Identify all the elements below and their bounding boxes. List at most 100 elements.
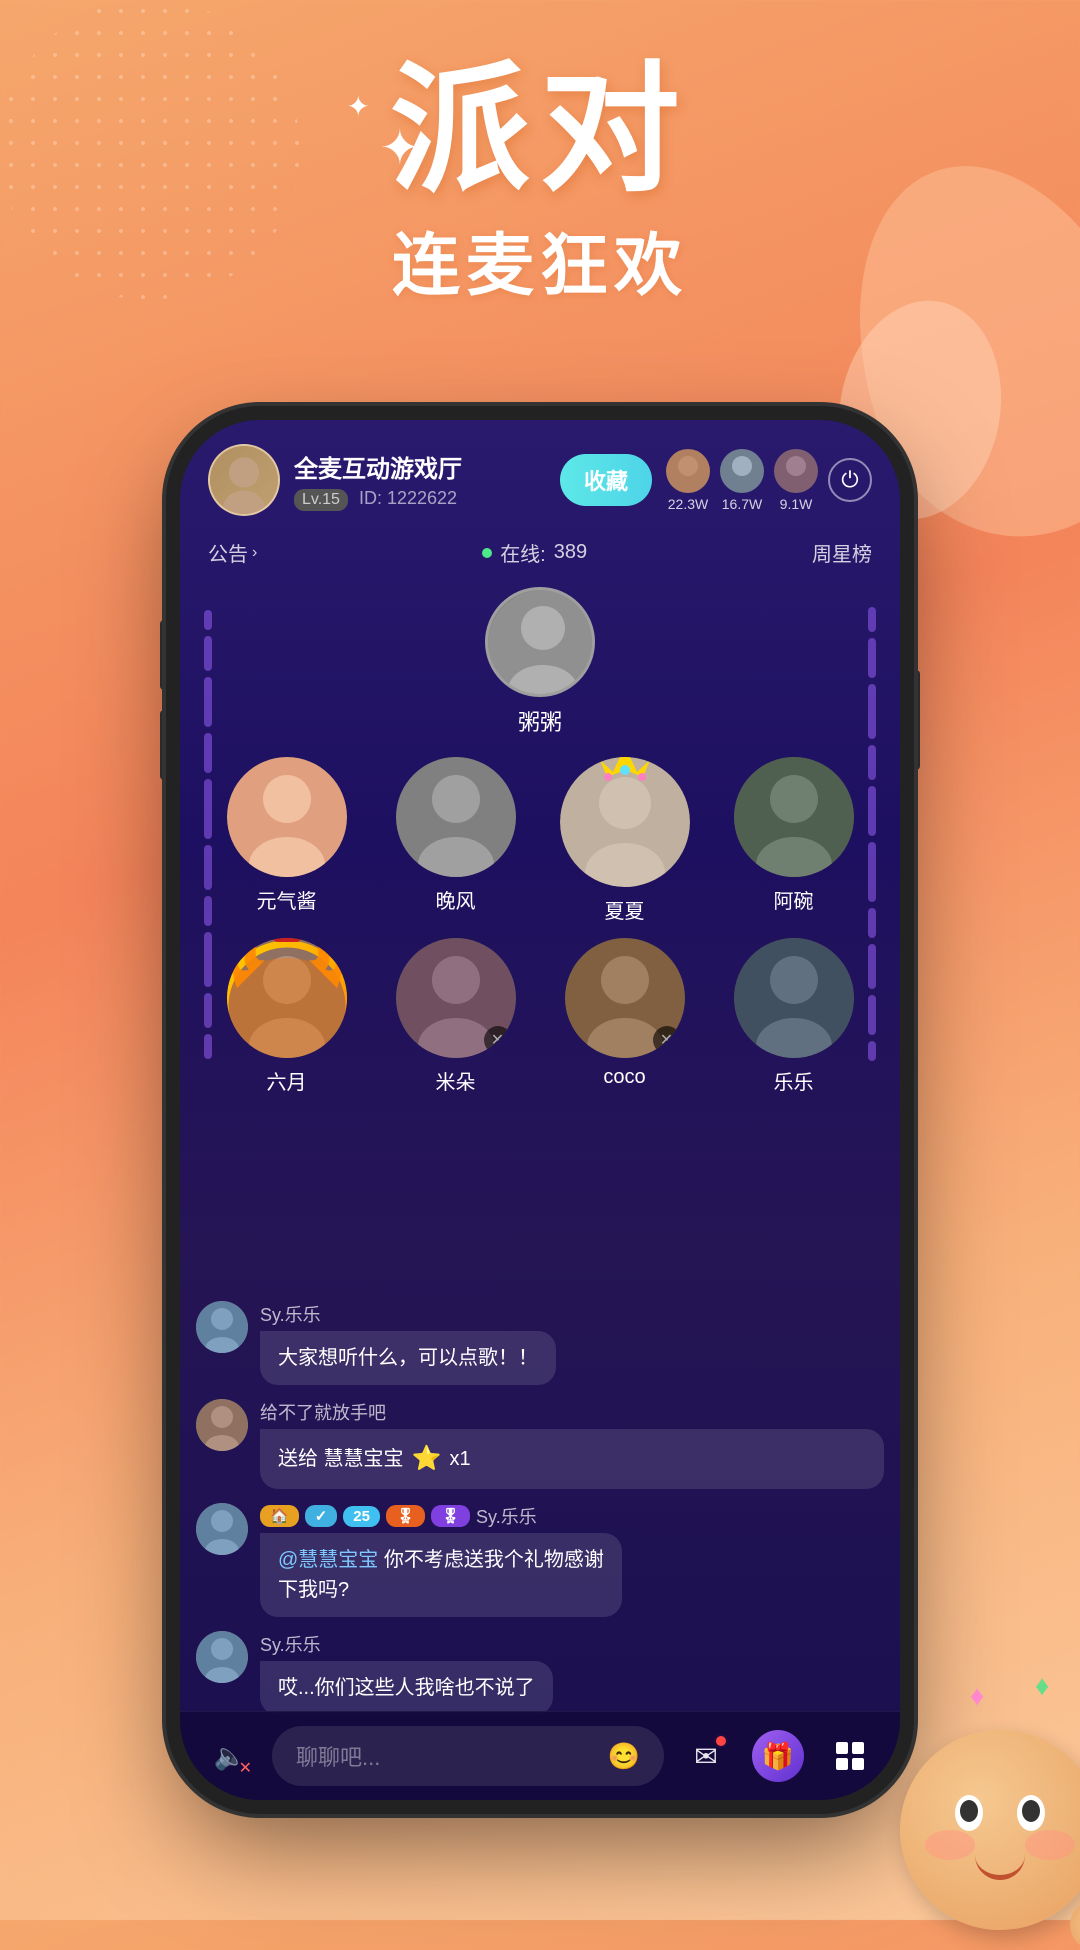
collect-button[interactable]: 收藏 bbox=[560, 454, 652, 506]
host-slot-name: 粥粥 bbox=[518, 705, 562, 737]
mascot-body bbox=[900, 1730, 1080, 1930]
mascot-pupil-left bbox=[960, 1800, 978, 1822]
gift-button[interactable]: 🎁 bbox=[752, 1730, 804, 1782]
chat-content-4: Sy.乐乐 哎...你们这些人我啥也不说了 bbox=[260, 1631, 884, 1715]
chat-content-1: Sy.乐乐 大家想听什么，可以点歌！！ bbox=[260, 1301, 884, 1385]
bottom-bar: 🔈 ✕ 聊聊吧... 😊 ✉ 🎁 bbox=[180, 1711, 900, 1800]
online-dot bbox=[482, 548, 492, 558]
chat-username-4: Sy.乐乐 bbox=[260, 1631, 884, 1657]
mic-grid-row2: 帝 六月 bbox=[200, 938, 880, 1095]
top-user-2: 16.7W bbox=[720, 449, 764, 512]
mic-avatar-1 bbox=[227, 757, 347, 877]
chat-input[interactable]: 聊聊吧... 😊 bbox=[272, 1726, 664, 1786]
chat-avatar-2 bbox=[196, 1399, 248, 1451]
chat-username-1: Sy.乐乐 bbox=[260, 1301, 884, 1327]
room-level: Lv.15 bbox=[294, 489, 348, 511]
top-user-avatar-3 bbox=[774, 449, 818, 493]
room-info: 全麦互动游戏厅 Lv.15 ID: 1222622 bbox=[294, 449, 546, 511]
mic-name-2: 晚风 bbox=[436, 885, 476, 914]
grid-button[interactable] bbox=[824, 1730, 876, 1782]
mute-button[interactable]: 🔈 ✕ bbox=[204, 1730, 256, 1782]
chat-avatar-1 bbox=[196, 1301, 248, 1353]
mic-slot-6[interactable]: ✕ 米朵 bbox=[379, 938, 532, 1095]
sound-wave-right bbox=[852, 577, 892, 1091]
top-user-3: 9.1W bbox=[774, 449, 818, 512]
mic-slot-3[interactable]: 夏夏 bbox=[548, 757, 701, 924]
mute-icon-7: ✕ bbox=[653, 1026, 681, 1054]
chat-bubble-1: 大家想听什么，可以点歌！！ bbox=[260, 1331, 556, 1385]
mascot-cheek-left bbox=[925, 1830, 975, 1860]
mascot-hand bbox=[1070, 1900, 1080, 1950]
mic-slot-1[interactable]: 元气酱 bbox=[210, 757, 363, 924]
chat-avatar-4 bbox=[196, 1631, 248, 1683]
mic-name-8: 乐乐 bbox=[774, 1066, 814, 1095]
hero-subtitle: 连麦狂欢 bbox=[0, 210, 1080, 309]
weekly-rank-button[interactable]: 周星榜 bbox=[812, 538, 872, 567]
top-user-count-2: 16.7W bbox=[722, 496, 762, 512]
room-id: Lv.15 ID: 1222622 bbox=[294, 488, 546, 511]
power-button[interactable]: ⏻ bbox=[828, 458, 872, 502]
bottom-icons: ✉ 🎁 bbox=[680, 1730, 876, 1782]
mic-name-3: 夏夏 bbox=[605, 895, 645, 924]
mascot-mouth bbox=[975, 1852, 1025, 1880]
chat-placeholder: 聊聊吧... bbox=[296, 1740, 380, 1772]
room-name: 全麦互动游戏厅 bbox=[294, 449, 546, 484]
mascot-eye-right bbox=[1017, 1795, 1045, 1831]
badge-rank2: 🎖 bbox=[431, 1505, 470, 1527]
mascot-sparkle-1: ♦ bbox=[970, 1680, 984, 1712]
chat-bubble-4: 哎...你们这些人我啥也不说了 bbox=[260, 1661, 553, 1715]
emoji-icon[interactable]: 😊 bbox=[608, 1741, 640, 1772]
mic-slot-8[interactable]: 乐乐 bbox=[717, 938, 870, 1095]
header-right: 22.3W 16.7W bbox=[666, 449, 872, 512]
chat-message-1: Sy.乐乐 大家想听什么，可以点歌！！ bbox=[196, 1301, 884, 1385]
mic-avatar-4 bbox=[734, 757, 854, 877]
chat-username-3: Sy.乐乐 bbox=[476, 1503, 537, 1529]
chat-message-2: 给不了就放手吧 送给 慧慧宝宝 ⭐ x1 bbox=[196, 1399, 884, 1489]
chat-content-3: 🏠 ✓ 25 🎖 🎖 Sy.乐乐 @慧慧宝宝 你不考虑送我个礼物感谢下我吗? bbox=[260, 1503, 884, 1617]
sparkle-icon-large: ✦ bbox=[380, 120, 420, 176]
badge-num: 25 bbox=[343, 1506, 380, 1527]
mic-slot-2[interactable]: 晚风 bbox=[379, 757, 532, 924]
mic-name-1: 元气酱 bbox=[257, 885, 317, 914]
mascot-cheek-right bbox=[1025, 1830, 1075, 1860]
mic-avatar-7: ✕ bbox=[565, 938, 685, 1058]
mic-name-7: coco bbox=[603, 1066, 645, 1089]
chat-content-2: 给不了就放手吧 送给 慧慧宝宝 ⭐ x1 bbox=[260, 1399, 884, 1489]
host-slot-avatar bbox=[485, 587, 595, 697]
mic-avatar-3 bbox=[560, 757, 690, 887]
host-slot[interactable]: 粥粥 bbox=[485, 587, 595, 737]
notification-dot bbox=[714, 1734, 728, 1748]
mascot-pupil-right bbox=[1022, 1800, 1040, 1822]
mic-slot-7[interactable]: ✕ coco bbox=[548, 938, 701, 1095]
top-user-count-3: 9.1W bbox=[780, 496, 813, 512]
chat-bubble-3: @慧慧宝宝 你不考虑送我个礼物感谢下我吗? bbox=[260, 1533, 622, 1617]
chat-message-3: 🏠 ✓ 25 🎖 🎖 Sy.乐乐 @慧慧宝宝 你不考虑送我个礼物感谢下我吗? bbox=[196, 1503, 884, 1617]
top-user-avatar-2 bbox=[720, 449, 764, 493]
notice-button[interactable]: 公告 › bbox=[208, 538, 257, 567]
badge-row-3: 🏠 ✓ 25 🎖 🎖 Sy.乐乐 bbox=[260, 1503, 884, 1529]
sparkle-icon: ✦ bbox=[347, 90, 370, 123]
badge-check: ✓ bbox=[305, 1505, 338, 1527]
top-user-1: 22.3W bbox=[666, 449, 710, 512]
chat-message-4: Sy.乐乐 哎...你们这些人我啥也不说了 bbox=[196, 1631, 884, 1715]
mic-grid-row1: 元气酱 晚风 bbox=[200, 757, 880, 924]
mascot-eye-left bbox=[955, 1795, 983, 1831]
room-header: 全麦互动游戏厅 Lv.15 ID: 1222622 收藏 bbox=[180, 420, 900, 532]
mute-icon-6: ✕ bbox=[484, 1026, 512, 1054]
mic-avatar-8 bbox=[734, 938, 854, 1058]
mic-slot-4[interactable]: 阿碗 bbox=[717, 757, 870, 924]
badge-home: 🏠 bbox=[260, 1505, 299, 1527]
mascot: ♦ ♦ ♦ ♦ bbox=[880, 1670, 1080, 1950]
mic-avatar-5: 帝 bbox=[227, 938, 347, 1058]
mascot-sparkle-2: ♦ bbox=[1035, 1670, 1049, 1702]
online-status: 在线: 389 bbox=[482, 538, 587, 567]
hero-section: ✦ ✦ 派对 连麦狂欢 bbox=[0, 60, 1080, 309]
chat-avatar-3 bbox=[196, 1503, 248, 1555]
chat-area: Sy.乐乐 大家想听什么，可以点歌！！ 给不了就放手吧 bbox=[180, 1291, 900, 1711]
status-bar: 公告 › 在线: 389 周星榜 bbox=[180, 532, 900, 577]
mic-slot-5[interactable]: 帝 六月 bbox=[210, 938, 363, 1095]
mail-button[interactable]: ✉ bbox=[680, 1730, 732, 1782]
top-user-avatar-1 bbox=[666, 449, 710, 493]
phone-frame: 全麦互动游戏厅 Lv.15 ID: 1222622 收藏 bbox=[180, 420, 900, 1800]
mic-avatar-2 bbox=[396, 757, 516, 877]
